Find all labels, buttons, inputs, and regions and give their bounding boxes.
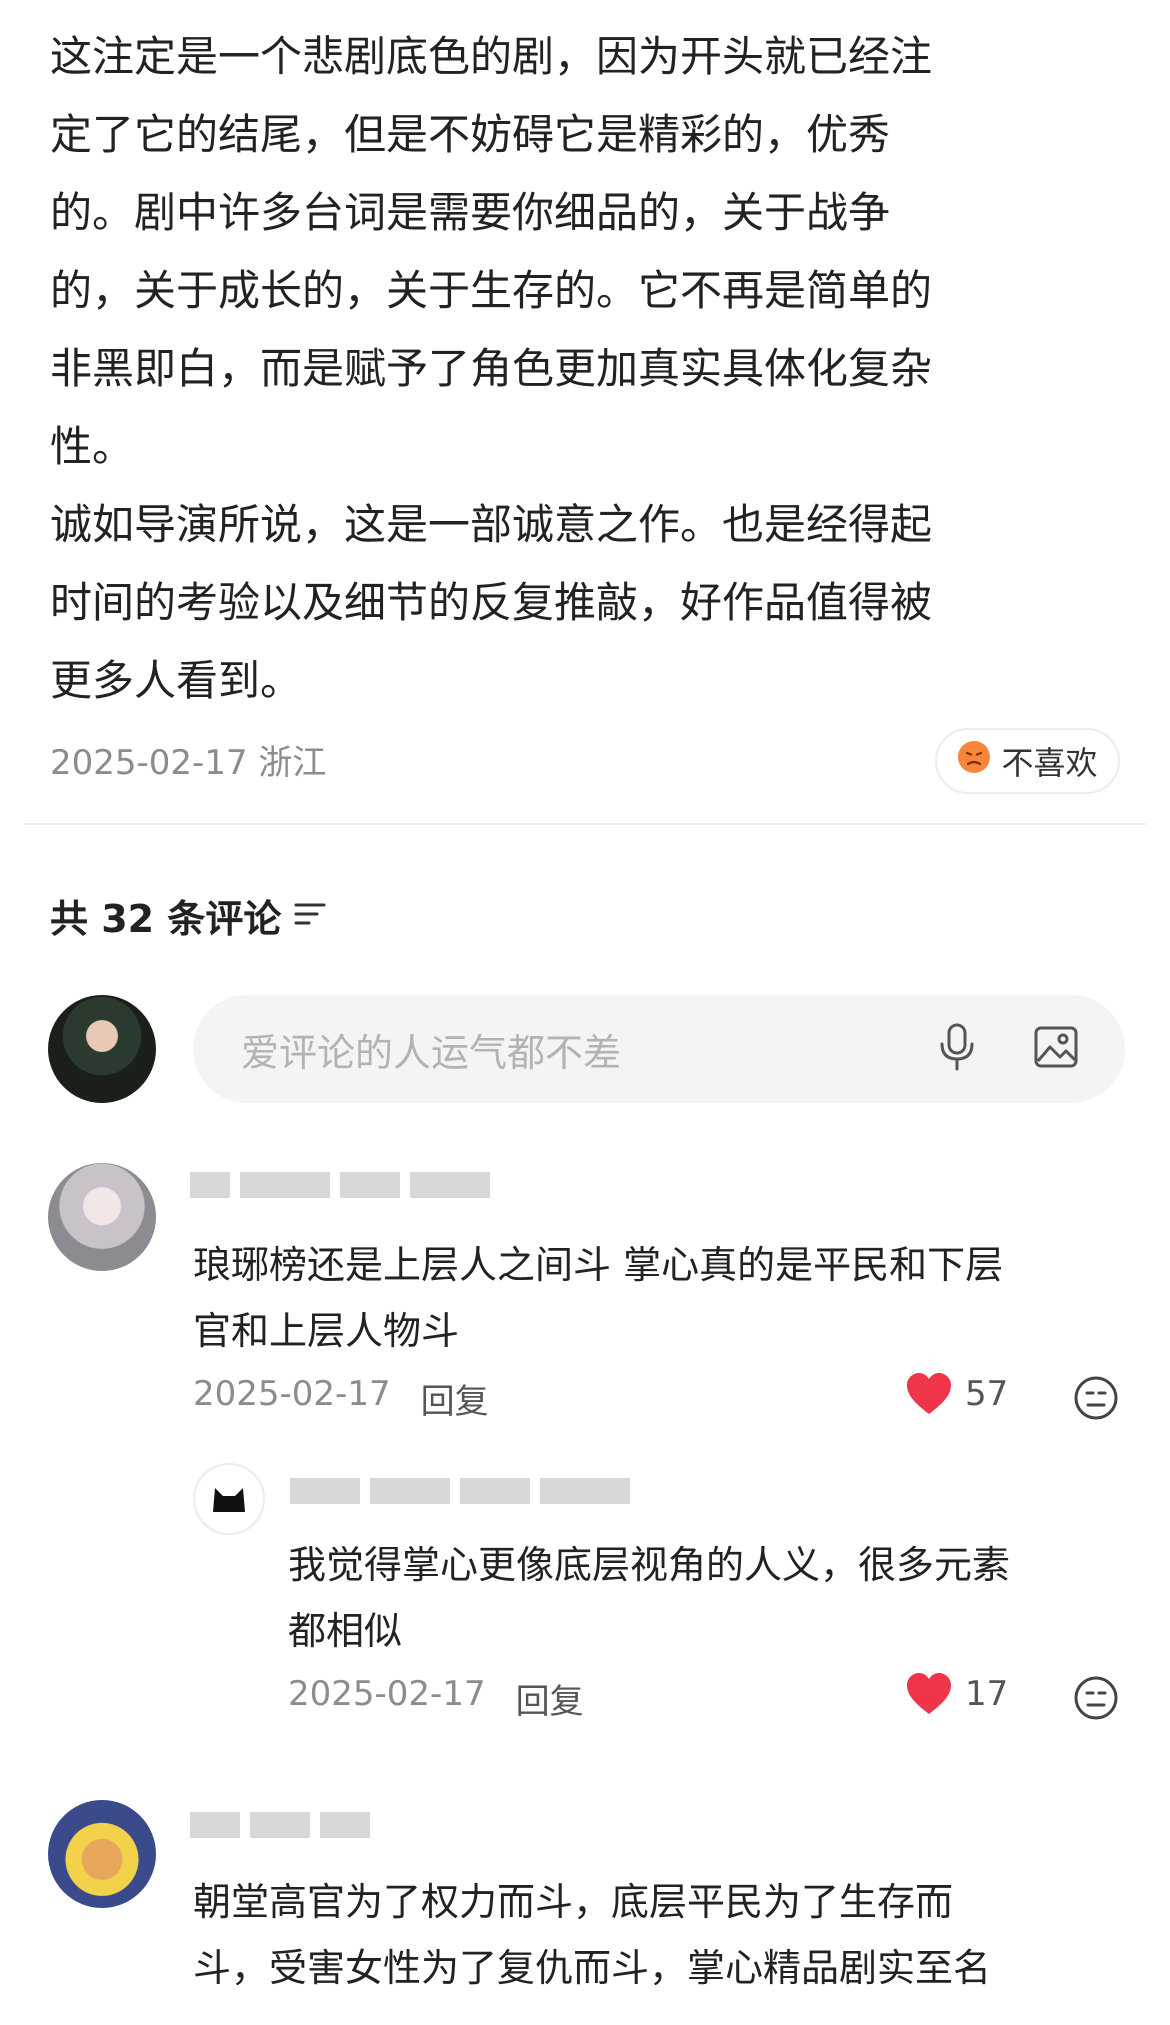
comment-line: 斗，受害女性为了复仇而斗，掌心精品剧实至名 xyxy=(193,1946,992,1990)
heart-icon xyxy=(907,1673,951,1714)
divider xyxy=(24,823,1146,825)
article-line: 定了它的结尾，但是不妨碍它是精彩的，优秀 xyxy=(50,110,891,159)
article-line: 的。剧中许多台词是需要你细品的，关于战争 xyxy=(50,188,891,237)
comment-meta: 2025-02-17 回复 xyxy=(288,1674,584,1723)
reply-button[interactable]: 回复 xyxy=(421,1374,489,1423)
comment-input-placeholder: 爱评论的人运气都不差 xyxy=(241,1030,622,1075)
comment-text: 朝堂高官为了权力而斗，底层平民为了生存而 斗，受害女性为了复仇而斗，掌心精品剧实… xyxy=(193,1869,1113,2001)
neutral-face-icon[interactable] xyxy=(1073,1675,1119,1725)
username-obscured[interactable] xyxy=(190,1172,500,1212)
black-cat-icon xyxy=(213,1488,245,1512)
comment-date: 2025-02-17 xyxy=(288,1674,486,1714)
dislike-button[interactable]: 不喜欢 xyxy=(935,728,1120,794)
unhappy-face-icon xyxy=(957,740,991,782)
avatar[interactable] xyxy=(48,1800,156,1908)
article-line: 这注定是一个悲剧底色的剧，因为开头就已经注 xyxy=(50,32,933,81)
avatar[interactable] xyxy=(193,1463,265,1535)
comment-line: 官和上层人物斗 xyxy=(193,1309,460,1353)
username-obscured[interactable] xyxy=(290,1478,640,1518)
article-line: 非黑即白，而是赋予了角色更加真实具体化复杂 xyxy=(50,344,933,393)
article-body: 这注定是一个悲剧底色的剧，因为开头就已经注 定了它的结尾，但是不妨碍它是精彩的，… xyxy=(50,18,1090,720)
comment-date: 2025-02-17 xyxy=(193,1374,391,1414)
comment-text: 我觉得掌心更像底层视角的人义，很多元素 都相似 xyxy=(288,1532,1118,1664)
like-button[interactable]: 57 xyxy=(905,1372,1008,1416)
dislike-label: 不喜欢 xyxy=(1001,744,1098,782)
article-location: 浙江 xyxy=(258,743,327,783)
neutral-face-icon[interactable] xyxy=(1073,1375,1119,1425)
like-count: 57 xyxy=(965,1374,1009,1414)
comments-count-title: 共 32 条评论 xyxy=(50,897,282,941)
my-avatar[interactable] xyxy=(48,995,156,1103)
comment-line: 我觉得掌心更像底层视角的人义，很多元素 xyxy=(288,1543,1011,1587)
avatar[interactable] xyxy=(48,1163,156,1271)
like-button[interactable]: 17 xyxy=(905,1672,1008,1716)
article-date: 2025-02-17 xyxy=(50,743,248,783)
comment-input[interactable]: 爱评论的人运气都不差 xyxy=(193,995,1125,1103)
article-meta: 2025-02-17 浙江 xyxy=(50,735,326,784)
comment-line: 朝堂高官为了权力而斗，底层平民为了生存而 xyxy=(193,1880,954,1924)
article-line: 更多人看到。 xyxy=(50,656,303,705)
image-icon[interactable] xyxy=(1033,1025,1079,1073)
username-obscured[interactable] xyxy=(190,1812,380,1852)
reply-button[interactable]: 回复 xyxy=(516,1674,584,1723)
article-line: 性。 xyxy=(50,422,135,471)
comment-line: 琅琊榜还是上层人之间斗 掌心真的是平民和下层 xyxy=(193,1243,1004,1287)
microphone-icon[interactable] xyxy=(937,1022,977,1076)
article-line: 诚如导演所说，这是一部诚意之作。也是经得起 xyxy=(50,500,933,549)
sort-icon[interactable] xyxy=(293,894,327,938)
comment-text: 琅琊榜还是上层人之间斗 掌心真的是平民和下层 官和上层人物斗 xyxy=(193,1232,1113,1364)
like-count: 17 xyxy=(965,1674,1009,1714)
article-line: 的，关于成长的，关于生存的。它不再是简单的 xyxy=(50,266,933,315)
comment-meta: 2025-02-17 回复 xyxy=(193,1374,489,1423)
heart-icon xyxy=(907,1373,951,1414)
comments-count-header: 共 32 条评论 xyxy=(50,888,327,943)
comment-line: 都相似 xyxy=(288,1609,403,1653)
article-line: 时间的考验以及细节的反复推敲，好作品值得被 xyxy=(50,578,933,627)
